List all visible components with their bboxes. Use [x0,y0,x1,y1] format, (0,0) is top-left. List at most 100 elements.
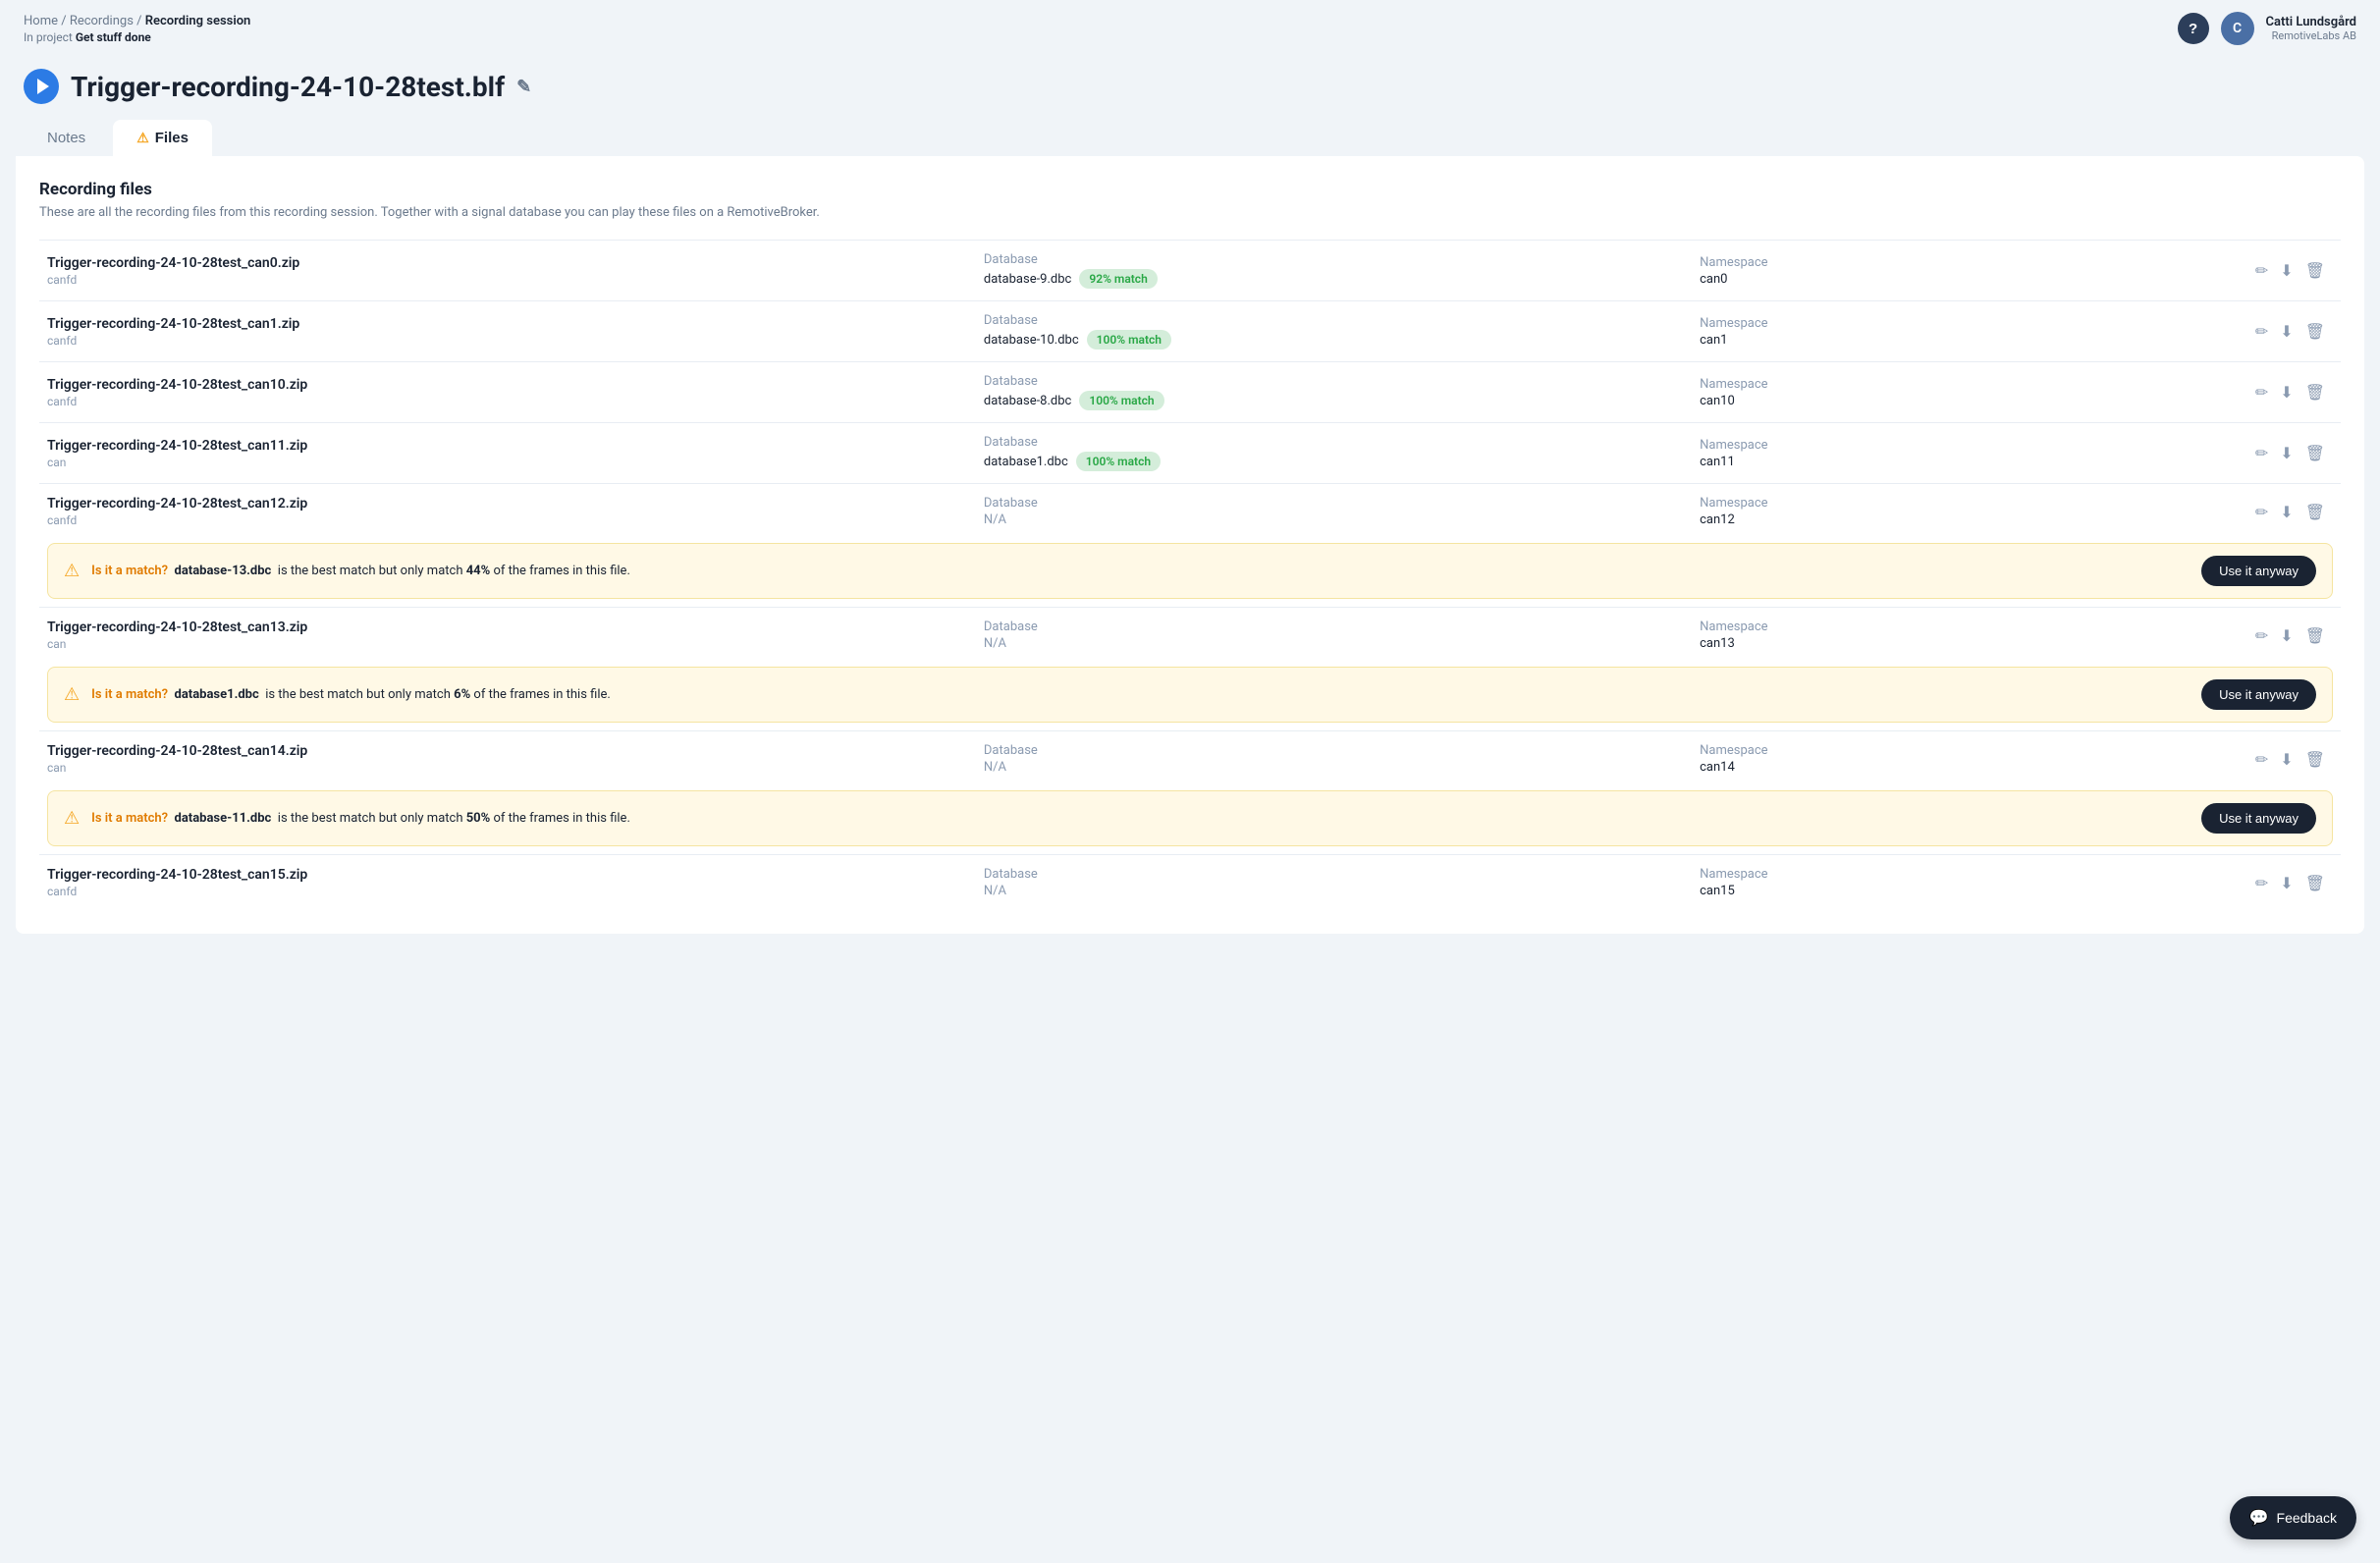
namespace-label: Namespace [1700,255,1994,270]
database-value: N/A [984,512,1006,527]
user-name: Catti Lundsgård [2266,15,2356,29]
match-badge: 92% match [1079,269,1157,289]
delete-icon[interactable]: 🗑 [2305,750,2325,769]
namespace-label: Namespace [1700,496,1994,511]
edit-icon[interactable]: ✏ [2255,383,2268,402]
is-match-label: Is it a match? [91,564,168,578]
table-row: Trigger-recording-24-10-28test_can11.zip… [39,423,2341,484]
match-percent: 6% [454,687,470,702]
best-match-db: database-11.dbc [175,811,272,826]
user-company: RemotiveLabs AB [2266,29,2356,42]
breadcrumb: Home / Recordings / Recording session [24,14,250,28]
file-type: can [47,637,952,651]
delete-icon[interactable]: 🗑 [2305,322,2325,341]
match-percent: 44% [466,564,491,578]
delete-icon[interactable]: 🗑 [2305,503,2325,521]
edit-icon[interactable]: ✏ [2255,503,2268,521]
download-icon[interactable]: ⬇ [2280,750,2293,769]
namespace-value: can13 [1700,636,1994,651]
breadcrumb-recordings[interactable]: Recordings [70,14,134,28]
namespace-label: Namespace [1700,316,1994,331]
main-card: Recording files These are all the record… [16,156,2364,934]
database-label: Database [984,374,1668,389]
warning-triangle-icon: ⚠ [64,808,80,829]
delete-icon[interactable]: 🗑 [2305,444,2325,462]
row-actions: ✏ ⬇ 🗑 [2026,383,2325,402]
recording-title: Trigger-recording-24-10-28test.blf [71,71,505,103]
download-icon[interactable]: ⬇ [2280,503,2293,521]
match-badge: 100% match [1076,452,1161,471]
download-icon[interactable]: ⬇ [2280,261,2293,280]
warning-row: ⚠ Is it a match? database-11.dbc is the … [39,786,2341,855]
use-anyway-button[interactable]: Use it anyway [2201,803,2316,834]
project-prefix: In project [24,30,73,44]
project-name[interactable]: Get stuff done [76,30,151,44]
edit-icon[interactable]: ✏ [2255,874,2268,892]
tab-files[interactable]: ⚠ Files [113,120,212,156]
avatar: C [2221,12,2254,45]
header-right: ? C Catti Lundsgård RemotiveLabs AB [2178,12,2356,45]
namespace-label: Namespace [1700,438,1994,453]
use-anyway-button[interactable]: Use it anyway [2201,556,2316,586]
section-description: These are all the recording files from t… [39,205,2341,220]
table-row: Trigger-recording-24-10-28test_can12.zip… [39,484,2341,540]
feedback-icon: 💬 [2249,1508,2269,1528]
delete-icon[interactable]: 🗑 [2305,626,2325,645]
edit-title-icon[interactable]: ✎ [516,77,531,97]
warning-icon: ⚠ [136,130,149,146]
row-actions: ✏ ⬇ 🗑 [2026,261,2325,280]
edit-icon[interactable]: ✏ [2255,626,2268,645]
section-title: Recording files [39,180,2341,199]
database-label: Database [984,867,1668,882]
file-type: canfd [47,273,952,287]
use-anyway-button[interactable]: Use it anyway [2201,679,2316,710]
download-icon[interactable]: ⬇ [2280,322,2293,341]
table-row: Trigger-recording-24-10-28test_can13.zip… [39,608,2341,664]
files-table: Trigger-recording-24-10-28test_can0.zip … [39,240,2341,910]
namespace-label: Namespace [1700,867,1994,882]
best-match-db: database-13.dbc [175,564,272,578]
breadcrumb-area: Home / Recordings / Recording session In… [24,14,250,44]
tabs: Notes ⚠ Files [0,104,2380,156]
download-icon[interactable]: ⬇ [2280,444,2293,462]
database-value: database-8.dbc [984,394,1071,408]
play-icon[interactable] [24,69,59,104]
warning-banner: ⚠ Is it a match? database-11.dbc is the … [47,790,2333,846]
row-actions: ✏ ⬇ 🗑 [2026,444,2325,462]
page-title-area: Trigger-recording-24-10-28test.blf ✎ [0,57,2380,104]
file-type: canfd [47,334,952,348]
tab-notes[interactable]: Notes [24,120,109,156]
database-value: N/A [984,760,1006,775]
edit-icon[interactable]: ✏ [2255,444,2268,462]
database-label: Database [984,620,1668,634]
delete-icon[interactable]: 🗑 [2305,383,2325,402]
feedback-button[interactable]: 💬 Feedback [2230,1496,2356,1539]
database-value: database-10.dbc [984,333,1079,348]
warning-banner: ⚠ Is it a match? database1.dbc is the be… [47,667,2333,723]
database-label: Database [984,435,1668,450]
warning-text: Is it a match? database-13.dbc is the be… [91,564,2190,578]
file-type: can [47,761,952,775]
file-name: Trigger-recording-24-10-28test_can15.zip [47,867,952,883]
edit-icon[interactable]: ✏ [2255,261,2268,280]
help-button[interactable]: ? [2178,13,2209,44]
project-line: In project Get stuff done [24,30,250,44]
download-icon[interactable]: ⬇ [2280,874,2293,892]
edit-icon[interactable]: ✏ [2255,750,2268,769]
delete-icon[interactable]: 🗑 [2305,261,2325,280]
edit-icon[interactable]: ✏ [2255,322,2268,341]
table-row: Trigger-recording-24-10-28test_can1.zip … [39,301,2341,362]
row-actions: ✏ ⬇ 🗑 [2026,503,2325,521]
download-icon[interactable]: ⬇ [2280,383,2293,402]
table-row: Trigger-recording-24-10-28test_can10.zip… [39,362,2341,423]
file-name: Trigger-recording-24-10-28test_can1.zip [47,316,952,332]
namespace-value: can12 [1700,512,1994,527]
warning-banner: ⚠ Is it a match? database-13.dbc is the … [47,543,2333,599]
database-value: N/A [984,884,1006,898]
user-info: Catti Lundsgård RemotiveLabs AB [2266,15,2356,42]
table-row: Trigger-recording-24-10-28test_can14.zip… [39,731,2341,787]
table-row: Trigger-recording-24-10-28test_can0.zip … [39,241,2341,301]
delete-icon[interactable]: 🗑 [2305,874,2325,892]
download-icon[interactable]: ⬇ [2280,626,2293,645]
breadcrumb-home[interactable]: Home [24,14,58,28]
